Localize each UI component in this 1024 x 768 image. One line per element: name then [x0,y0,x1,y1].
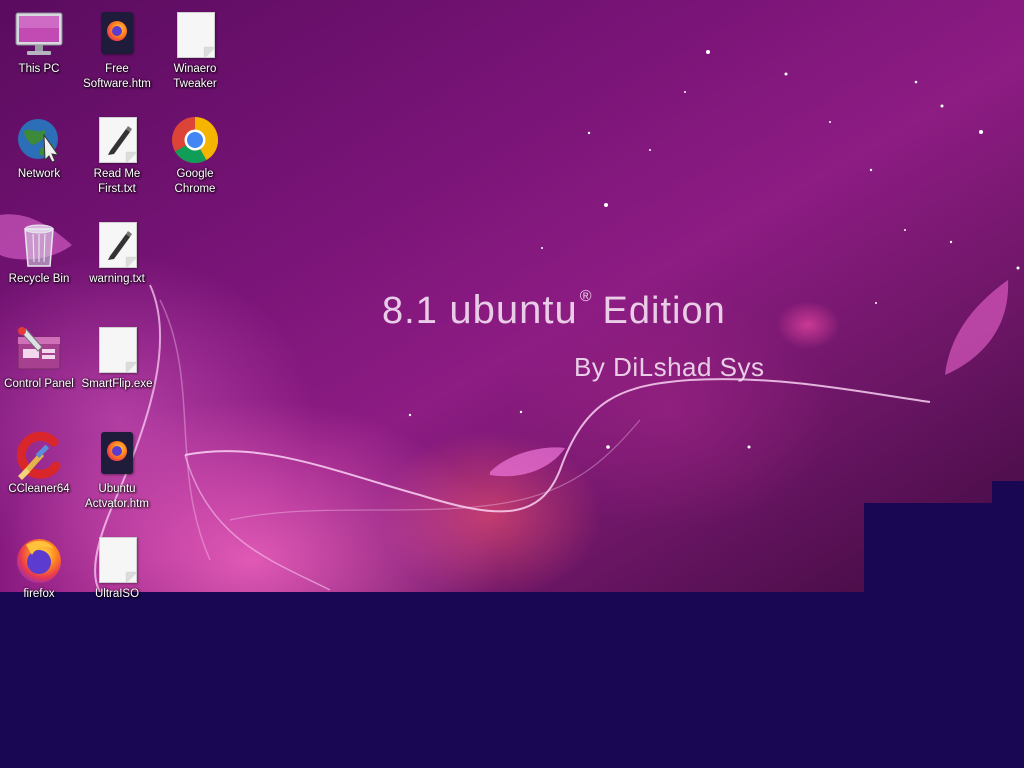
ccleaner-icon [14,430,64,480]
blank-file-icon [92,535,142,585]
desktop-icon-label: Read Me First.txt [93,168,141,195]
chrome-icon [170,115,220,165]
wallpaper-byline: By DiLshad Sys [574,352,765,382]
firefox-icon [14,535,64,585]
desktop-icon-label: Winaero Tweaker [173,63,217,90]
desktop-icon-firefox[interactable]: firefox [0,530,78,626]
desktop-icon-recycle-bin[interactable]: Recycle Bin [0,215,78,311]
desktop-icon-label: firefox [23,588,55,600]
desktop-icon-free-software-htm[interactable]: Free Software.htm [78,5,156,101]
unpainted-region [864,503,1024,592]
desktop-icon-winaero-tweaker[interactable]: Winaero Tweaker [156,5,234,101]
desktop-icon-label: Control Panel [4,378,74,390]
ubuntu-logo-mark: ® [579,288,593,305]
desktop-icon-ubuntu-actvator-htm[interactable]: Ubuntu Actvator.htm [78,425,156,521]
desktop-icon-this-pc[interactable]: This PC [0,5,78,101]
headline-brand: ubuntu [449,288,578,332]
desktop-icon-label: This PC [18,63,60,75]
desktop-icon-warning-txt[interactable]: warning.txt [78,215,156,311]
desktop-icon-network[interactable]: Network [0,110,78,206]
desktop-icon-ccleaner64[interactable]: CCleaner64 [0,425,78,521]
blank-file-icon [92,325,142,375]
network-globe-icon [14,115,64,165]
firefox-html-file-icon [92,430,142,480]
desktop-icon-label: Recycle Bin [8,273,70,285]
headline-edition: Edition [602,290,726,332]
desktop-icon-label: Ubuntu Actvator.htm [85,483,149,510]
text-file-icon [92,115,142,165]
desktop-icon-read-me-first-txt[interactable]: Read Me First.txt [78,110,156,206]
headline-version: 8.1 [382,290,438,332]
desktop-icon-smartflip-exe[interactable]: SmartFlip.exe [78,320,156,416]
unpainted-region-step [992,481,1024,505]
wallpaper-headline: 8.1 ubuntu ® Edition [382,288,726,333]
desktop-icon-control-panel[interactable]: Control Panel [0,320,78,416]
desktop-icon-google-chrome[interactable]: Google Chrome [156,110,234,206]
desktop-icon-ultraiso[interactable]: UltraISO [78,530,156,626]
desktop-icon-label: Network [17,168,61,180]
desktop-icon-label: SmartFlip.exe [81,378,153,390]
blank-file-icon [170,10,220,60]
recycle-bin-icon [14,220,64,270]
monitor-icon [14,10,64,60]
desktop-icon-label: CCleaner64 [8,483,70,495]
desktop-screen: 8.1 ubuntu ® Edition By DiLshad Sys This P… [0,0,1024,768]
desktop-icon-label: warning.txt [89,273,145,285]
desktop-icon-label: Free Software.htm [83,63,151,90]
firefox-html-file-icon [92,10,142,60]
control-panel-icon [14,325,64,375]
desktop-icon-label: Google Chrome [174,168,216,195]
desktop-icon-label: UltraISO [94,588,140,600]
text-file-icon [92,220,142,270]
